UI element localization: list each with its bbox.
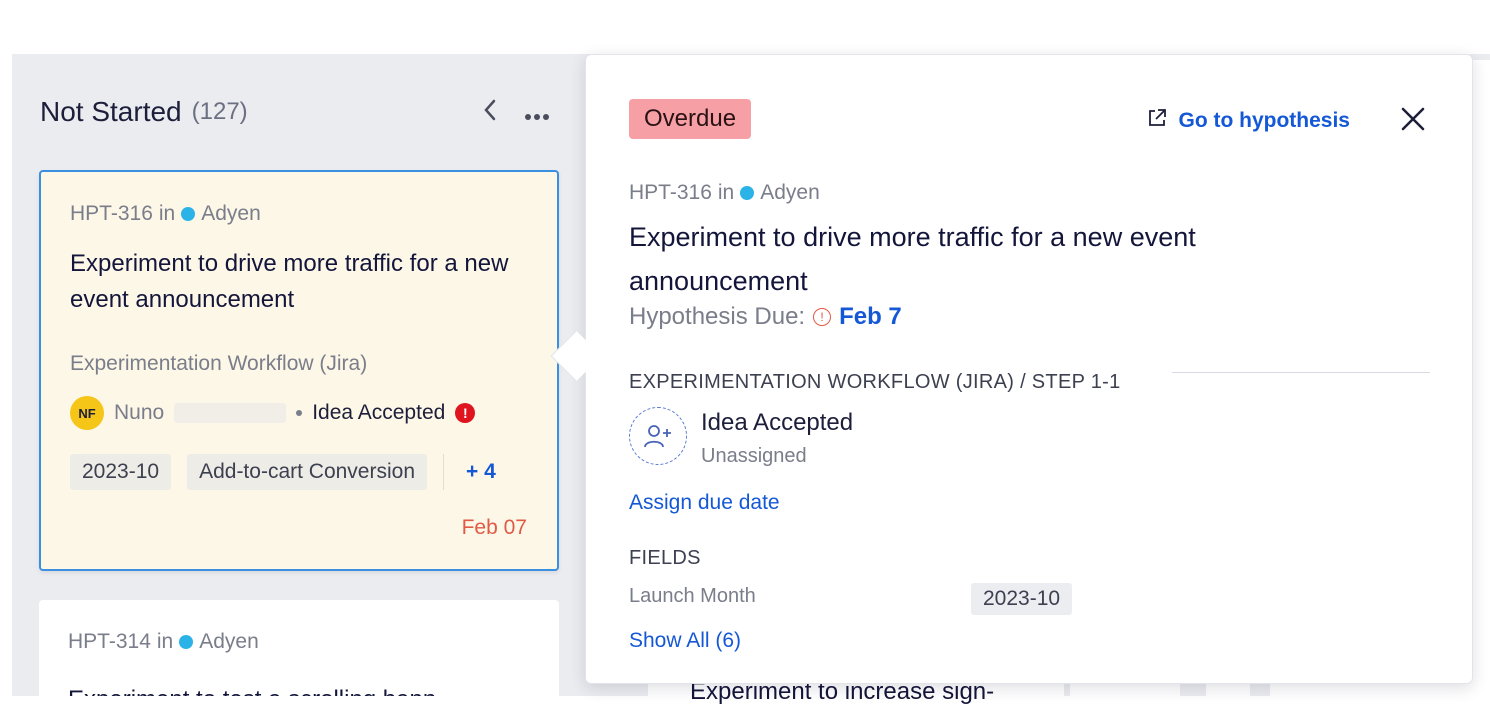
redacted-surname — [174, 403, 287, 423]
card-key: HPT-314 — [68, 630, 151, 653]
popover-key: HPT-316 — [629, 181, 712, 204]
project-dot-icon — [181, 207, 196, 221]
card-title: Experiment to test a scrolling bann — [68, 682, 528, 696]
workflow-step: Idea Accepted Unassigned — [629, 407, 853, 468]
warning-icon: ! — [813, 308, 832, 326]
card-project: Adyen — [201, 202, 261, 225]
fields-heading: FIELDS — [629, 547, 701, 569]
column-title: Not Started — [40, 96, 182, 127]
hypothesis-popover: Overdue Go to hypothesis HPT-316 in Adye… — [585, 54, 1473, 684]
hypothesis-card[interactable]: HPT-314 in Adyen Experiment to test a sc… — [39, 600, 559, 696]
workflow-step-heading: EXPERIMENTATION WORKFLOW (JIRA) / STEP 1… — [629, 371, 1121, 393]
column-count: (127) — [191, 98, 248, 125]
go-to-hypothesis-label: Go to hypothesis — [1178, 109, 1350, 132]
overdue-badge: Overdue — [629, 99, 752, 139]
card-due-date: Feb 07 — [461, 516, 527, 539]
field-value: 2023-10 — [971, 583, 1073, 615]
more-tags-button[interactable]: + 4 — [443, 454, 496, 490]
assign-due-date-link[interactable]: Assign due date — [629, 491, 780, 515]
popover-project: Adyen — [760, 181, 820, 204]
project-dot-icon — [740, 186, 755, 200]
due-label: Hypothesis Due: — [629, 303, 806, 330]
card-assignee-row: NF Nuno Idea Accepted ! — [70, 396, 476, 430]
due-date-link[interactable]: Feb 7 — [839, 303, 902, 331]
divider — [1172, 372, 1430, 373]
field-label: Launch Month — [629, 585, 756, 607]
card-project: Adyen — [199, 630, 259, 653]
external-link-icon — [1146, 107, 1168, 135]
card-title: Experiment to drive more traffic for a n… — [70, 250, 509, 313]
alert-icon: ! — [455, 403, 476, 423]
hypothesis-due-row: Hypothesis Due: ! Feb 7 — [629, 303, 902, 331]
project-dot-icon — [179, 635, 194, 649]
card-in-label: in — [156, 630, 174, 653]
assign-user-button[interactable] — [629, 407, 687, 465]
column-actions — [482, 98, 550, 129]
go-to-hypothesis-link[interactable]: Go to hypothesis — [1146, 107, 1350, 135]
tag-chip: Add-to-cart Conversion — [187, 454, 428, 490]
hypothesis-card-active[interactable]: HPT-316 in Adyen Experiment to drive mor… — [39, 170, 559, 571]
card-meta: HPT-316 in Adyen — [70, 202, 261, 226]
column-header: Not Started (127) — [40, 94, 560, 130]
tag-chip: 2023-10 — [70, 454, 172, 490]
step-name: Idea Accepted — [701, 409, 854, 436]
popover-in-label: in — [717, 181, 735, 204]
close-icon[interactable] — [1400, 101, 1426, 141]
step-assignee: Unassigned — [701, 445, 807, 467]
add-user-icon — [644, 425, 671, 448]
card-workflow: Experimentation Workflow (Jira) — [70, 352, 368, 375]
card-key: HPT-316 — [70, 202, 153, 225]
card-in-label: in — [158, 202, 176, 225]
card-meta: HPT-314 in Adyen — [68, 630, 259, 654]
more-horizontal-icon[interactable] — [524, 100, 550, 128]
card-tags: 2023-10 Add-to-cart Conversion + 4 — [70, 454, 496, 490]
popover-title: Experiment to drive more traffic for a n… — [629, 222, 1196, 296]
show-all-link[interactable]: Show All (6) — [629, 629, 741, 653]
separator-dot — [296, 410, 303, 416]
assignee-name: Nuno — [114, 401, 165, 424]
popover-meta: HPT-316 in Adyen — [629, 181, 820, 205]
card-status: Idea Accepted — [312, 401, 446, 424]
avatar: NF — [70, 396, 104, 430]
chevron-left-icon[interactable] — [482, 98, 498, 129]
